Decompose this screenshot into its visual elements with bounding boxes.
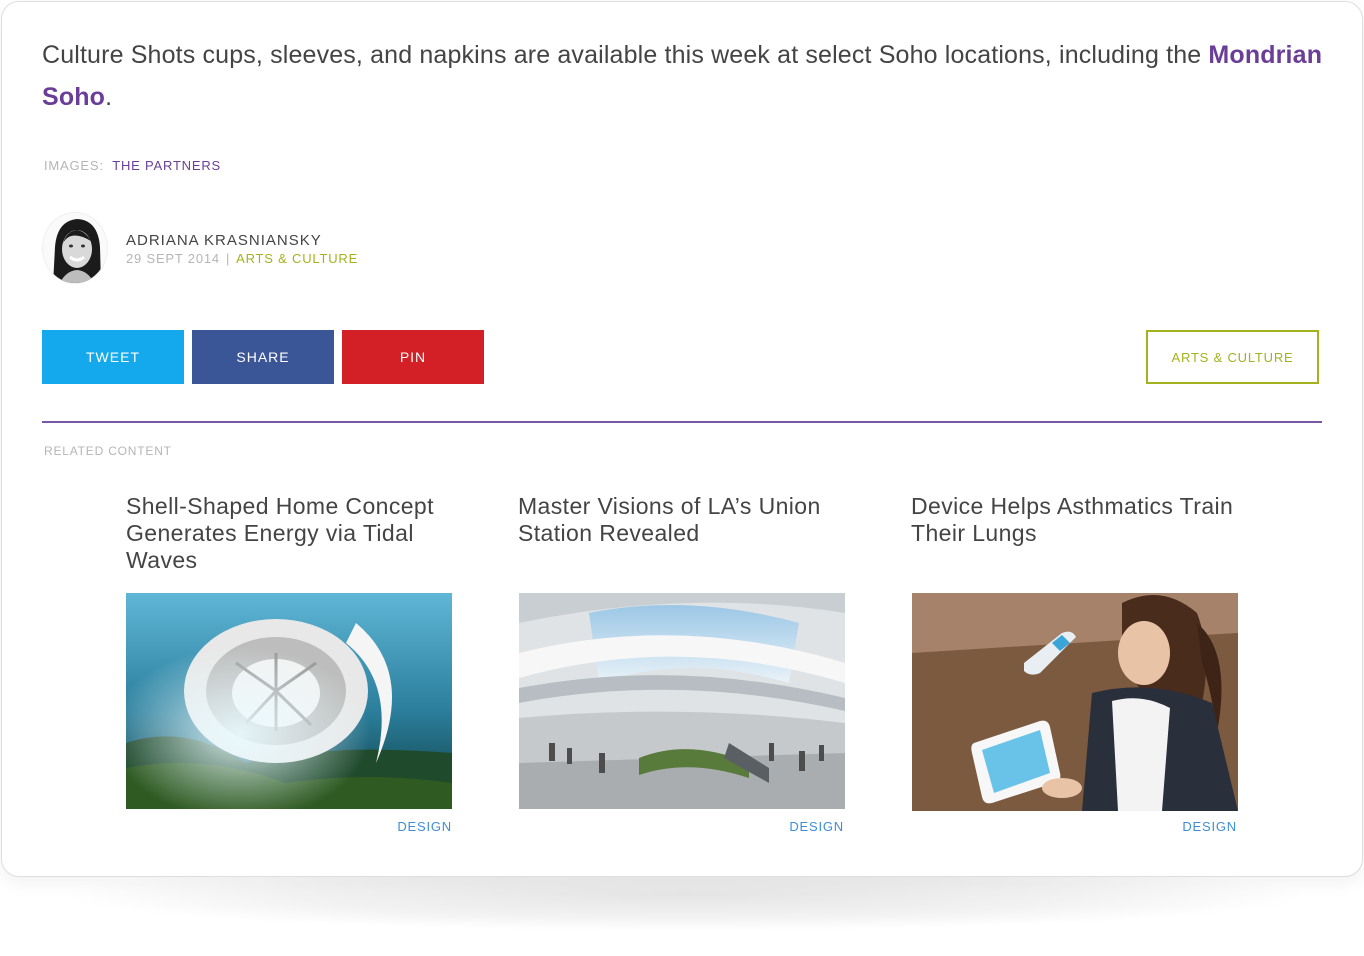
related-title-link[interactable]: Device Helps Asthmatics Train Their Lung… — [911, 493, 1239, 583]
related-item[interactable]: Master Visions of LA’s Union Station Rev… — [518, 493, 846, 834]
related-title-link[interactable]: Master Visions of LA’s Union Station Rev… — [518, 493, 846, 583]
related-item[interactable]: Device Helps Asthmatics Train Their Lung… — [911, 493, 1239, 834]
author-avatar[interactable] — [42, 212, 108, 284]
meta-separator: | — [225, 251, 231, 266]
author-category-link[interactable]: ARTS & CULTURE — [236, 251, 358, 266]
category-button[interactable]: ARTS & CULTURE — [1146, 330, 1319, 384]
post-date: 29 SEPT 2014 — [126, 251, 220, 266]
related-content-label: RELATED CONTENT — [44, 444, 172, 458]
underwater-shell-image — [126, 593, 452, 809]
tweet-button[interactable]: TWEET — [42, 330, 184, 384]
credits-label: IMAGES: — [44, 158, 104, 173]
lead-text: Culture Shots cups, sleeves, and napkins… — [42, 41, 1209, 69]
author-portrait-icon — [43, 213, 107, 283]
union-station-render-image — [519, 593, 845, 809]
related-title-link[interactable]: Shell-Shaped Home Concept Generates Ener… — [126, 493, 454, 583]
related-category-link[interactable]: DESIGN — [789, 819, 844, 834]
related-item[interactable]: Shell-Shaped Home Concept Generates Ener… — [126, 493, 454, 834]
credits-value-link[interactable]: THE PARTNERS — [112, 158, 221, 173]
image-credits: IMAGES: THE PARTNERS — [44, 158, 221, 173]
share-button[interactable]: SHARE — [192, 330, 334, 384]
lead-end: . — [105, 83, 113, 111]
section-divider — [42, 421, 1322, 423]
related-thumbnail[interactable] — [912, 593, 1238, 811]
related-category-link[interactable]: DESIGN — [1182, 819, 1237, 834]
author-meta: 29 SEPT 2014 | ARTS & CULTURE — [126, 251, 358, 266]
pin-button[interactable]: PIN — [342, 330, 484, 384]
author-name[interactable]: ADRIANA KRASNIANSKY — [126, 232, 322, 249]
related-thumbnail[interactable] — [126, 593, 452, 809]
related-thumbnail[interactable] — [519, 593, 845, 809]
girl-with-device-image — [912, 593, 1238, 811]
article-lead: Culture Shots cups, sleeves, and napkins… — [42, 34, 1332, 118]
related-category-link[interactable]: DESIGN — [397, 819, 452, 834]
